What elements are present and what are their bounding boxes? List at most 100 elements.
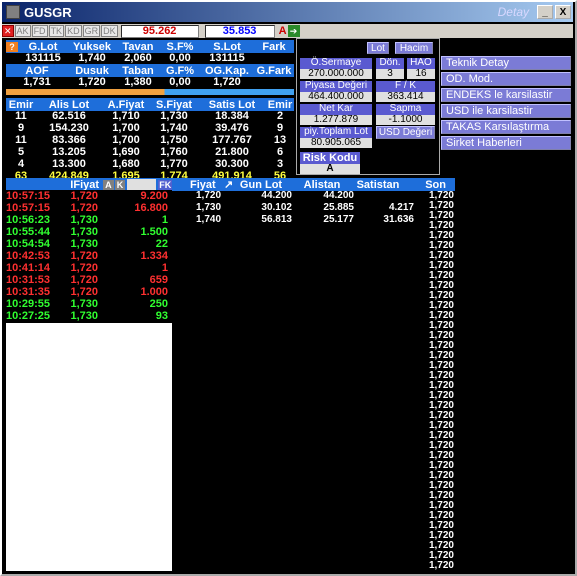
depth-cell: 1,770	[160, 158, 188, 170]
trade-row[interactable]: 10:54:54 1,730 22	[6, 238, 172, 250]
price-field-2[interactable]: 35.853	[204, 24, 275, 38]
depth-cell: 1,760	[160, 146, 188, 158]
gr-button[interactable]: GR	[82, 25, 101, 37]
trade-row[interactable]: 10:31:53 1,720 659	[6, 274, 172, 286]
trade-row[interactable]: 10:55:44 1,730 1.500	[6, 226, 172, 238]
sapma-value: -1.1000	[376, 115, 435, 125]
depth-cell: 6	[276, 146, 284, 158]
trade-v: 9.200	[140, 190, 168, 202]
header-cell: Satis Lot	[208, 98, 256, 111]
menu-item[interactable]: OD. Mod.	[441, 72, 571, 86]
k-toggle[interactable]: K	[114, 179, 126, 190]
pricelevel-cell: 44.200	[261, 190, 292, 201]
app-icon	[6, 5, 20, 19]
fk-value: 363.414	[376, 92, 435, 102]
depth-cell: 1,700	[112, 122, 140, 134]
tk-button[interactable]: TK	[48, 25, 65, 37]
trade-row[interactable]: 10:31:35 1,720 1.000	[6, 286, 172, 298]
header-cell: G.Lot	[28, 40, 58, 53]
header-cell: Yuksek	[73, 40, 111, 53]
pricelevel-cell: 56.813	[261, 214, 292, 225]
title-bar[interactable]: GUSGR Detay _ X	[2, 2, 573, 22]
filter-input[interactable]	[127, 179, 157, 190]
price-field-1[interactable]: 95.262	[120, 24, 199, 38]
trade-p: 1,730	[70, 238, 98, 250]
depth-cell: 1,740	[160, 122, 188, 134]
pricelevel-row[interactable]: 1,740 56.813 25.177 31.636	[196, 214, 426, 226]
pricelevel-cell: 31.636	[383, 214, 414, 225]
depth-row[interactable]: 4 13.300 1,680 1,770 30.300 3	[6, 158, 294, 170]
header-cell: Gun Lot	[239, 178, 283, 191]
a-button[interactable]: A	[279, 25, 287, 37]
header-cell: Alis Lot	[48, 98, 90, 111]
header-cell: Tavan	[122, 40, 154, 53]
info-icon[interactable]: ?	[6, 41, 18, 52]
depth-row[interactable]: 11 62.516 1,710 1,730 18.384 2	[6, 110, 294, 122]
lot-button[interactable]: Lot	[367, 42, 389, 54]
menu-item[interactable]: ENDEKS le karsilastir	[441, 88, 571, 102]
menu-item[interactable]: Sirket Haberleri	[441, 136, 571, 150]
hacim-button[interactable]: Hacim	[395, 42, 433, 54]
trade-row[interactable]: 10:57:15 1,720 16.800	[6, 202, 172, 214]
depth-cell: 177.767	[212, 134, 252, 146]
trade-t: 10:41:14	[6, 262, 51, 274]
a-toggle[interactable]: A	[103, 179, 114, 190]
pricelevel-cell: 25.177	[323, 214, 354, 225]
menu-item[interactable]: TAKAS Karsılaştırma	[441, 120, 571, 134]
header-fiyat: IFiyat	[70, 178, 100, 191]
arrow-right-icon[interactable]: ➔	[287, 25, 300, 37]
depth-cell: 4	[17, 158, 25, 170]
usd-button[interactable]: USD Değeri	[376, 126, 435, 139]
trade-t: 10:57:15	[6, 202, 51, 214]
header-cell: OG.Kap.	[204, 64, 249, 77]
pricelevel-row[interactable]: 1,720 44.200 44.200	[196, 190, 426, 202]
don-value: 3	[376, 69, 404, 79]
menu-item[interactable]: USD ile karsilastir	[441, 104, 571, 118]
fk-button[interactable]: FK	[158, 179, 172, 190]
pricelevel-cell: 25.885	[323, 202, 354, 213]
hao-value: 16	[407, 69, 435, 79]
trade-p: 1,730	[70, 226, 98, 238]
header-cell: S.Lot	[213, 40, 241, 53]
toolbar: ✕ AK FD TK KD GR DK 95.262 35.853 A ➔	[2, 24, 573, 38]
menu-item[interactable]: Teknik Detay	[441, 56, 571, 70]
value-cell: 131115	[209, 52, 245, 64]
close-button[interactable]: X	[555, 5, 571, 19]
trade-v: 1	[161, 214, 168, 226]
close-x-icon[interactable]: ✕	[2, 25, 14, 37]
depth-row[interactable]: 11 83.366 1,700 1,750 177.767 13	[6, 134, 294, 146]
detay-label[interactable]: Detay	[498, 5, 529, 19]
dk-button[interactable]: DK	[101, 25, 118, 37]
value-cell: 0,00	[169, 76, 191, 88]
header-cell: Emir	[267, 98, 293, 111]
netkar-value: 1.277.879	[300, 115, 372, 125]
depth-cell: 1,680	[112, 158, 140, 170]
depth-cell: 83.366	[52, 134, 86, 146]
trade-row[interactable]: 10:57:15 1,720 9.200	[6, 190, 172, 202]
summary-values-2: 1,731 1,720 1,380 0,00 1,720	[6, 76, 294, 88]
trade-row[interactable]: 10:29:55 1,730 250	[6, 298, 172, 310]
header-cell: G.Fark	[256, 64, 292, 77]
trade-t: 10:31:35	[6, 286, 51, 298]
depth-cell: 1,700	[112, 134, 140, 146]
depth-row[interactable]: 5 13.205 1,690 1,760 21.800 6	[6, 146, 294, 158]
fd-button[interactable]: FD	[31, 25, 48, 37]
pricelevel-row[interactable]: 1,730 30.102 25.885 4.217	[196, 202, 426, 214]
son-cell: 1,720	[428, 560, 454, 571]
header-cell: Fiyat	[190, 178, 216, 191]
kd-button[interactable]: KD	[65, 25, 82, 37]
ak-button[interactable]: AK	[14, 25, 31, 37]
trade-p: 1,730	[70, 310, 98, 322]
header-cell: AOF	[25, 64, 49, 77]
trade-row[interactable]: 10:27:25 1,730 93	[6, 310, 172, 322]
depth-bar[interactable]	[6, 89, 294, 95]
header-cell: S.F%	[166, 40, 194, 53]
trade-row[interactable]: 10:41:14 1,720 1	[6, 262, 172, 274]
trade-p: 1,730	[70, 298, 98, 310]
depth-row[interactable]: 9 154.230 1,700 1,740 39.476 9	[6, 122, 294, 134]
trade-v: 1.500	[140, 226, 168, 238]
minimize-button[interactable]: _	[537, 5, 553, 19]
trade-row[interactable]: 10:42:53 1,720 1.334	[6, 250, 172, 262]
header-cell: Fark	[262, 40, 286, 53]
trade-row[interactable]: 10:56:23 1,730 1	[6, 214, 172, 226]
